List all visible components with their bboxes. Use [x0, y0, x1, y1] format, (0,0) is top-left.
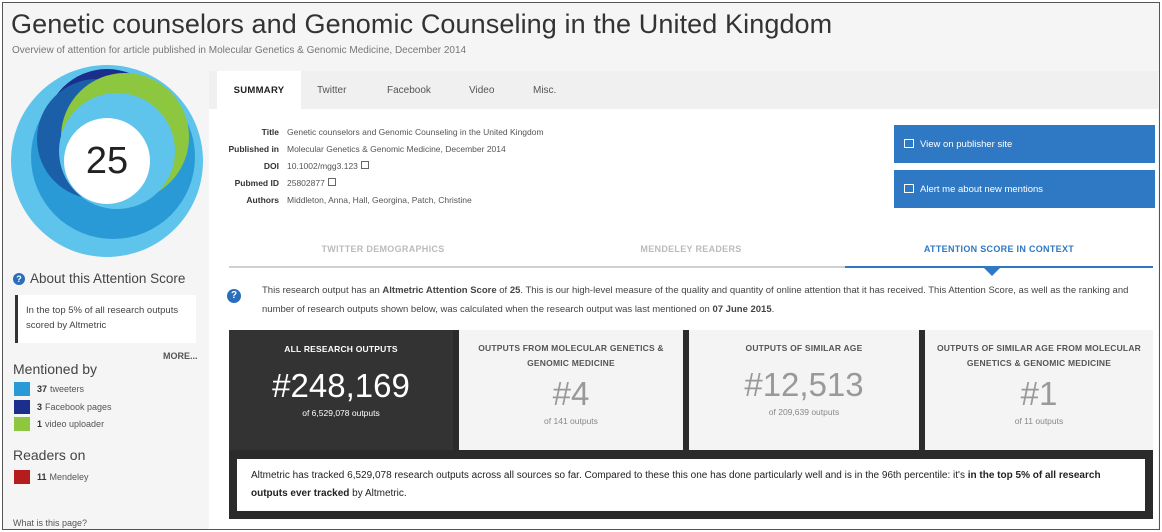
main-panel: SUMMARY Twitter Facebook Video Misc. Tit… [209, 71, 1158, 529]
tab-facebook[interactable]: Facebook [387, 71, 431, 109]
card-rank: #1 [1020, 375, 1058, 412]
meta-row-title: Title Genetic counselors and Genomic Cou… [223, 123, 544, 140]
card-heading: OUTPUTS OF SIMILAR AGE [745, 343, 863, 353]
attention-score: 25 [85, 139, 129, 182]
more-link[interactable]: MORE... [163, 351, 198, 361]
meta-value: Molecular Genetics & Genomic Medicine, D… [287, 143, 506, 154]
external-link-icon [360, 160, 369, 169]
readers-on-heading: Readers on [13, 447, 86, 463]
question-icon: ? [13, 273, 25, 285]
reader-row-mendeley[interactable]: 11 Mendeley [14, 470, 89, 484]
top-percent-box: In the top 5% of all research outputs sc… [15, 295, 196, 343]
info-text: . [771, 304, 775, 315]
reader-label: Mendeley [49, 472, 89, 482]
mention-count: 1 [37, 419, 43, 429]
reader-count: 11 [37, 472, 47, 482]
meta-row-doi: DOI 10.1002/mgg3.123 [223, 157, 544, 174]
meta-key: Published in [228, 143, 279, 154]
alert-mentions-button[interactable]: Alert me about new mentions [894, 170, 1155, 208]
info-bold: 25 [509, 285, 521, 296]
pubmed-value: 25802877 [287, 177, 325, 188]
tab-twitter[interactable]: Twitter [317, 71, 346, 109]
subtab-mendeley-readers[interactable]: MENDELEY READERS [537, 232, 845, 266]
mention-label: Facebook pages [45, 402, 112, 412]
card-heading: ALL RESEARCH OUTPUTS [284, 344, 398, 354]
button-label: View on publisher site [920, 138, 1013, 150]
card-similar-age-journal: OUTPUTS OF SIMILAR AGE FROM MOLECULAR GE… [925, 330, 1153, 450]
view-publisher-button[interactable]: View on publisher site [894, 125, 1155, 163]
tab-misc[interactable]: Misc. [533, 71, 556, 109]
meta-value: Middleton, Anna, Hall, Georgina, Patch, … [287, 194, 472, 205]
card-journal-outputs: OUTPUTS FROM MOLECULAR GENETICS & GENOMI… [459, 330, 683, 450]
legend-swatch [14, 470, 30, 484]
info-bold: Altmetric Attention Score [382, 285, 497, 296]
meta-key: Authors [246, 194, 279, 205]
summary-text: by Altmetric. [349, 488, 407, 499]
info-text: This research output has an [262, 285, 383, 296]
summary-text: Altmetric has tracked 6,529,078 research… [251, 470, 968, 481]
mention-row-facebook[interactable]: 3 Facebook pages [14, 400, 112, 414]
attention-donut[interactable]: 25 [9, 63, 205, 259]
meta-row-authors: Authors Middleton, Anna, Hall, Georgina,… [223, 191, 544, 208]
meta-key: Pubmed ID [234, 177, 279, 188]
mention-label: tweeters [50, 384, 85, 394]
page-subtitle: Overview of attention for article publis… [12, 45, 467, 56]
external-link-icon [904, 139, 914, 148]
card-heading: OUTPUTS OF SIMILAR AGE FROM MOLECULAR GE… [937, 343, 1141, 368]
doi-value: 10.1002/mgg3.123 [287, 160, 358, 171]
card-of: of 209,639 outputs [768, 407, 840, 417]
mention-label: video uploader [45, 419, 105, 429]
mention-count: 3 [37, 402, 43, 412]
meta-value: Genetic counselors and Genomic Counselin… [287, 126, 544, 137]
pubmed-link[interactable]: 25802877 [287, 177, 336, 188]
caret-down-icon [984, 268, 1000, 276]
percentile-summary: Altmetric has tracked 6,529,078 research… [237, 459, 1145, 511]
subtab-attention-context[interactable]: ATTENTION SCORE IN CONTEXT [845, 232, 1153, 266]
external-link-icon [327, 177, 336, 186]
legend-swatch [14, 382, 30, 396]
info-text: of [496, 285, 510, 296]
page-frame: Genetic counselors and Genomic Counselin… [2, 2, 1160, 530]
legend-swatch [14, 417, 30, 431]
subtab-twitter-demographics[interactable]: TWITTER DEMOGRAPHICS [229, 232, 537, 266]
button-label: Alert me about new mentions [920, 183, 1044, 195]
info-bold: 07 June 2015 [712, 304, 772, 315]
card-of: of 6,529,078 outputs [302, 408, 380, 418]
card-of: of 141 outputs [544, 416, 598, 426]
tab-video[interactable]: Video [469, 71, 494, 109]
tab-bar: SUMMARY Twitter Facebook Video Misc. [209, 71, 1158, 109]
meta-row-pubmed: Pubmed ID 25802877 [223, 174, 544, 191]
ranking-cards: ALL RESEARCH OUTPUTS #248,169 of 6,529,0… [229, 330, 1153, 519]
question-icon[interactable]: ? [227, 289, 241, 303]
page-title: Genetic counselors and Genomic Counselin… [11, 9, 833, 39]
article-metadata: Title Genetic counselors and Genomic Cou… [223, 123, 544, 208]
meta-row-published: Published in Molecular Genetics & Genomi… [223, 140, 544, 157]
card-rank: #12,513 [744, 366, 864, 403]
tab-summary[interactable]: SUMMARY [217, 71, 301, 109]
mentioned-by-heading: Mentioned by [13, 361, 98, 377]
legend-swatch [14, 400, 30, 414]
card-similar-age: OUTPUTS OF SIMILAR AGE #12,513 of 209,63… [689, 330, 919, 450]
about-score-link[interactable]: ? About this Attention Score [13, 271, 185, 286]
card-rank: #4 [552, 375, 590, 412]
what-is-this-link[interactable]: What is this page? [13, 518, 87, 528]
mention-count: 37 [37, 384, 48, 394]
subtab-bar: TWITTER DEMOGRAPHICS MENDELEY READERS AT… [229, 232, 1153, 276]
envelope-icon [904, 184, 914, 193]
card-of: of 11 outputs [1014, 416, 1064, 426]
attention-info-text: This research output has an Altmetric At… [262, 281, 1146, 319]
about-score-label: About this Attention Score [30, 271, 186, 286]
meta-key: Title [261, 126, 279, 137]
doi-link[interactable]: 10.1002/mgg3.123 [287, 160, 369, 171]
card-heading: OUTPUTS FROM MOLECULAR GENETICS & GENOMI… [478, 343, 664, 368]
mention-row-tweeters[interactable]: 37 tweeters [14, 382, 84, 396]
card-all-outputs: ALL RESEARCH OUTPUTS #248,169 of 6,529,0… [229, 330, 453, 450]
meta-key: DOI [263, 160, 279, 171]
card-rank: #248,169 [272, 367, 410, 404]
mention-row-video[interactable]: 1 video uploader [14, 417, 104, 431]
